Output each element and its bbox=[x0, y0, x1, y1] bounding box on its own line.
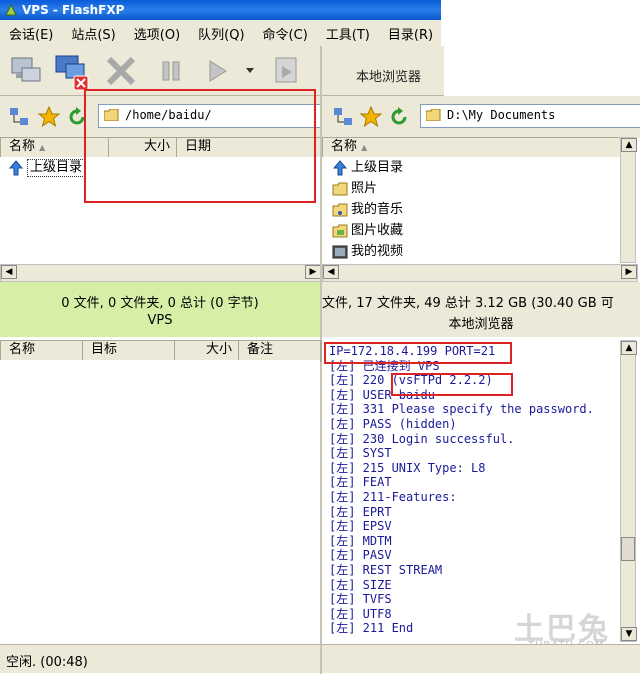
scroll-right-icon[interactable]: ▶ bbox=[305, 265, 321, 279]
menu-directory[interactable]: 目录(R) bbox=[379, 24, 442, 43]
music-folder-icon bbox=[332, 203, 348, 216]
list-item[interactable]: 我的视频 bbox=[322, 241, 620, 262]
left-status-panel: 0 文件, 0 文件夹, 0 总计 (0 字节) VPS bbox=[0, 282, 320, 337]
video-folder-icon bbox=[332, 245, 348, 258]
status-bar: 空闲. (00:48) bbox=[0, 644, 640, 674]
col-size[interactable]: 大小 bbox=[175, 341, 239, 361]
menu-tools[interactable]: 工具(T) bbox=[317, 24, 379, 43]
log-line: [左] PASV bbox=[329, 548, 392, 563]
left-status-name: VPS bbox=[147, 313, 173, 328]
menu-commands[interactable]: 命令(C) bbox=[254, 24, 317, 43]
queue-column-header: 名称 目标 大小 备注 bbox=[0, 340, 322, 362]
log-line: [左] 211-Features: bbox=[329, 489, 457, 504]
queue-list bbox=[0, 360, 320, 644]
status-divider bbox=[320, 645, 322, 674]
status-text: 空闲. (00:48) bbox=[6, 655, 88, 670]
abort-icon[interactable] bbox=[104, 54, 138, 88]
scroll-left-icon[interactable]: ◀ bbox=[1, 265, 17, 279]
right-status-panel: 文件, 17 文件夹, 49 总计 3.12 GB (30.40 GB 可 本地… bbox=[322, 282, 640, 337]
sites-icon[interactable] bbox=[8, 106, 30, 128]
list-item[interactable]: 照片 bbox=[322, 178, 620, 199]
right-horizontal-scrollbar[interactable]: ◀ ▶ bbox=[322, 264, 638, 282]
scroll-thumb[interactable] bbox=[621, 537, 635, 561]
menu-options[interactable]: 选项(O) bbox=[125, 24, 189, 43]
log-line: [左] MDTM bbox=[329, 533, 392, 548]
disconnect-icon[interactable] bbox=[52, 52, 92, 92]
list-item[interactable]: 我的音乐 bbox=[322, 199, 620, 220]
right-address-bar: D:\My Documents ▼ bbox=[322, 96, 640, 138]
highlight-version-box bbox=[391, 373, 513, 396]
left-horizontal-scrollbar[interactable]: ◀ ▶ bbox=[0, 264, 322, 282]
log-line: [左] EPSV bbox=[329, 519, 392, 534]
list-item[interactable]: 图片收藏 bbox=[322, 220, 620, 241]
right-toolbar: 本地浏览器 bbox=[320, 46, 444, 96]
log-line: [左] PASS (hidden) bbox=[329, 416, 457, 431]
menu-session[interactable]: 会话(E) bbox=[0, 24, 62, 43]
pause-icon[interactable] bbox=[156, 56, 186, 86]
right-column-header: 名称 ▲ bbox=[322, 137, 622, 159]
right-status-count: 文件, 17 文件夹, 49 总计 3.12 GB (30.40 GB 可 bbox=[322, 296, 614, 311]
left-status-count: 0 文件, 0 文件夹, 0 总计 (0 字节) bbox=[61, 296, 259, 311]
right-status-name: 本地浏览器 bbox=[448, 317, 514, 332]
scroll-down-icon[interactable]: ▼ bbox=[621, 627, 637, 641]
folder-icon bbox=[332, 182, 348, 195]
favorites-star-icon[interactable] bbox=[38, 106, 60, 128]
highlight-path-box bbox=[84, 89, 316, 203]
menu-queue[interactable]: 队列(Q) bbox=[189, 24, 253, 43]
highlight-ip-box bbox=[324, 342, 512, 364]
right-file-list: 上级目录 照片 我的音乐 图片收藏 我的视频 bbox=[322, 157, 620, 263]
scroll-up-icon[interactable]: ▲ bbox=[621, 138, 637, 152]
right-vertical-scrollbar[interactable]: ▲ bbox=[620, 137, 637, 263]
up-arrow-icon bbox=[8, 159, 24, 175]
transfer-icon[interactable] bbox=[270, 54, 304, 88]
folder-icon bbox=[426, 109, 441, 121]
chevron-down-icon[interactable] bbox=[244, 64, 256, 76]
log-vertical-scrollbar[interactable]: ▲ ▼ bbox=[620, 340, 637, 642]
favorites-star-icon[interactable] bbox=[360, 106, 382, 128]
flashfxp-app-icon bbox=[5, 3, 17, 16]
pictures-folder-icon bbox=[332, 224, 348, 237]
right-path-value: D:\My Documents bbox=[447, 108, 556, 122]
right-path-combobox[interactable]: D:\My Documents ▼ bbox=[420, 104, 640, 128]
log-line: [左] 331 Please specify the password. bbox=[329, 402, 594, 417]
refresh-icon[interactable] bbox=[388, 106, 410, 128]
scroll-up-icon[interactable]: ▲ bbox=[621, 341, 637, 355]
log-line: [左] SYST bbox=[329, 446, 392, 461]
log-line: [左] EPRT bbox=[329, 504, 392, 519]
scroll-left-icon[interactable]: ◀ bbox=[323, 265, 339, 279]
menu-sites[interactable]: 站点(S) bbox=[62, 24, 124, 43]
log-line: [左] SIZE bbox=[329, 577, 392, 592]
col-name[interactable]: 名称 ▲ bbox=[323, 138, 621, 158]
scroll-right-icon[interactable]: ▶ bbox=[621, 265, 637, 279]
play-icon[interactable] bbox=[202, 56, 232, 86]
log-line: [左] REST STREAM bbox=[329, 562, 443, 577]
log-line: [左] 215 UNIX Type: L8 bbox=[329, 460, 486, 475]
list-item[interactable]: 上级目录 bbox=[322, 157, 620, 178]
col-target[interactable]: 目标 bbox=[83, 341, 175, 361]
up-arrow-icon bbox=[332, 159, 348, 175]
title-bar: VPS - FlashFXP bbox=[0, 0, 441, 20]
menu-bar: 会话(E) 站点(S) 选项(O) 队列(Q) 命令(C) 工具(T) 目录(R… bbox=[0, 20, 441, 46]
log-line: [左] FEAT bbox=[329, 475, 392, 490]
log-line: [左] 230 Login successful. bbox=[329, 431, 515, 446]
window-title: VPS - FlashFXP bbox=[22, 3, 125, 17]
sites-icon[interactable] bbox=[332, 106, 354, 128]
col-note[interactable]: 备注 bbox=[239, 341, 321, 361]
col-name[interactable]: 名称 bbox=[1, 341, 83, 361]
connect-icon[interactable] bbox=[8, 54, 42, 88]
right-toolbar-label: 本地浏览器 bbox=[356, 70, 422, 85]
